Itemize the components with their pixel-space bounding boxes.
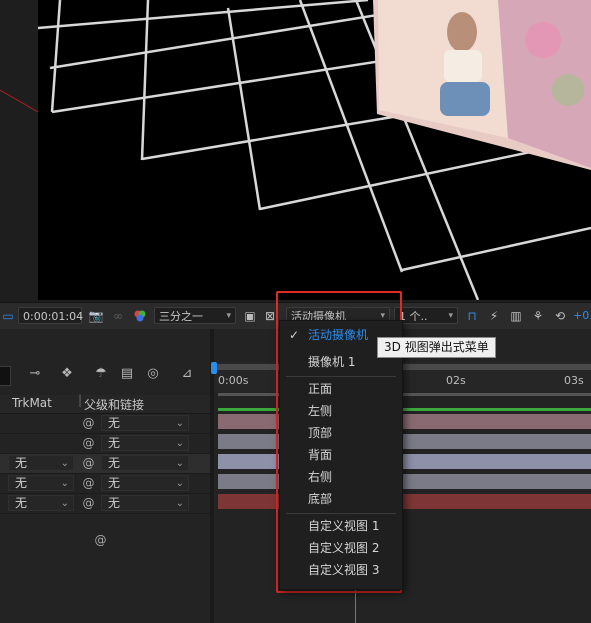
region-of-interest-icon[interactable]: ▭ <box>0 308 16 324</box>
reset-exposure-icon[interactable]: ⟲ <box>552 308 568 324</box>
layer-column-header: TrkMat | 父级和链接 <box>0 393 210 414</box>
exposure-value[interactable]: +0.0 <box>573 309 591 322</box>
chevron-down-icon: ▾ <box>448 311 453 321</box>
layer-row[interactable]: 无 ⌄ @ 无 ⌄ <box>0 474 210 494</box>
color-channels-icon[interactable] <box>132 308 148 324</box>
layer-row[interactable]: @ 无 ⌄ <box>0 414 210 434</box>
menu-item-custom-view-1[interactable]: 自定义视图 1 <box>280 516 402 536</box>
view-layout-dropdown[interactable]: 1 个.. ▾ <box>394 307 458 324</box>
fast-previews-icon[interactable]: ⚡ <box>486 308 502 324</box>
parent-pickwhip-icon[interactable]: @ <box>81 476 96 491</box>
trkmat-column-label: TrkMat <box>12 396 52 410</box>
menu-item-right[interactable]: 右侧 <box>280 467 402 487</box>
chevron-down-icon: ⌄ <box>60 458 69 469</box>
motion-blur-icon[interactable]: ◎ <box>144 366 162 382</box>
show-snapshot-icon[interactable]: ∞ <box>110 308 126 324</box>
parent-pickwhip-icon[interactable]: @ <box>81 456 96 471</box>
layer-row[interactable]: @ 无 ⌄ <box>0 434 210 454</box>
graph-editor-icon[interactable]: ⊿ <box>178 366 196 382</box>
menu-item-custom-view-3[interactable]: 自定义视图 3 <box>280 560 402 580</box>
chevron-down-icon: ⌄ <box>60 478 69 489</box>
chevron-down-icon: ⌄ <box>175 418 184 429</box>
ruler-label-3: 03s <box>564 374 584 387</box>
snapshot-icon[interactable]: 📷 <box>88 308 104 324</box>
menu-item-bottom[interactable]: 底部 <box>280 489 402 509</box>
chevron-down-icon: ⌄ <box>175 458 184 469</box>
resolution-value: 三分之一 <box>159 310 203 323</box>
hide-shy-layers-icon[interactable]: ☂ <box>92 366 110 382</box>
trkmat-dropdown[interactable]: 无 ⌄ <box>8 455 74 471</box>
3d-view-popup-menu: ✓ 活动摄像机 摄像机 1 正面 左侧 顶部 背面 右侧 底部 自定义视图 1 … <box>279 320 403 590</box>
trkmat-value: 无 <box>15 456 28 470</box>
trkmat-value: 无 <box>15 496 28 510</box>
composition-canvas[interactable] <box>38 0 591 300</box>
view-layout-value: 1 个.. <box>399 310 428 323</box>
frame-blending-icon[interactable]: ▤ <box>118 366 136 382</box>
composition-bar <box>218 393 591 396</box>
trkmat-dropdown[interactable]: 无 ⌄ <box>8 475 74 491</box>
layer-bar[interactable] <box>218 414 591 429</box>
layer-bar[interactable] <box>218 434 591 449</box>
menu-item-left[interactable]: 左侧 <box>280 401 402 421</box>
current-time-indicator[interactable] <box>211 362 217 374</box>
chevron-down-icon: ▾ <box>226 311 231 321</box>
parent-pickwhip-icon[interactable]: @ <box>81 436 96 451</box>
ruler-label-2: 02s <box>446 374 466 387</box>
current-time-field[interactable]: 0:00:01:04 <box>18 307 83 324</box>
resolution-dropdown[interactable]: 三分之一 ▾ <box>154 307 236 324</box>
tooltip: 3D 视图弹出式菜单 <box>377 337 496 358</box>
parent-dropdown[interactable]: 无 ⌄ <box>101 495 189 511</box>
layer-row[interactable]: 无 ⌄ @ 无 ⌄ <box>0 454 210 474</box>
parent-pickwhip-icon[interactable]: @ <box>81 496 96 511</box>
parent-value: 无 <box>108 476 121 490</box>
menu-item-top[interactable]: 顶部 <box>280 423 402 443</box>
flowchart-icon[interactable]: ⚘ <box>530 308 546 324</box>
menu-separator <box>286 513 396 514</box>
parent-pickwhip-icon[interactable]: @ <box>93 533 108 548</box>
layer-bar[interactable] <box>218 474 591 489</box>
parent-column-label: 父级和链接 <box>84 398 145 412</box>
menu-item-label: 活动摄像机 <box>308 328 369 342</box>
menu-item-front[interactable]: 正面 <box>280 379 402 399</box>
trkmat-value: 无 <box>15 476 28 490</box>
3d-glasses-icon[interactable]: ⊓ <box>464 308 480 324</box>
layer-bar[interactable] <box>218 494 591 509</box>
photo-layer <box>373 0 591 170</box>
parent-value: 无 <box>108 496 121 510</box>
parent-value: 无 <box>108 416 121 430</box>
3d-floor-grid <box>38 0 591 300</box>
trkmat-dropdown[interactable]: 无 ⌄ <box>8 495 74 511</box>
parent-dropdown[interactable]: 无 ⌄ <box>101 435 189 451</box>
column-divider: | <box>78 393 83 407</box>
parent-dropdown[interactable]: 无 ⌄ <box>101 415 189 431</box>
menu-item-back[interactable]: 背面 <box>280 445 402 465</box>
draft-3d-icon[interactable]: ❖ <box>58 366 76 382</box>
checkmark-icon: ✓ <box>289 328 300 342</box>
timeline-switch-icons: ⊸ ❖ ☂ ▤ ◎ ⊿ <box>0 359 210 389</box>
chevron-down-icon: ⌄ <box>175 478 184 489</box>
composition-viewer[interactable] <box>0 0 591 302</box>
parent-value: 无 <box>108 456 121 470</box>
parent-value: 无 <box>108 436 121 450</box>
layer-row[interactable]: 无 ⌄ @ 无 ⌄ <box>0 494 210 514</box>
parent-dropdown[interactable]: 无 ⌄ <box>101 455 189 471</box>
axis-line <box>0 89 39 113</box>
fast-previews-icon[interactable]: ▣ <box>242 308 258 324</box>
timeline-icon[interactable]: ▥ <box>508 308 524 324</box>
work-area-green <box>218 408 591 411</box>
chevron-down-icon: ⌄ <box>175 498 184 509</box>
parent-pickwhip-icon[interactable]: @ <box>81 416 96 431</box>
chevron-down-icon: ⌄ <box>60 498 69 509</box>
menu-item-custom-view-2[interactable]: 自定义视图 2 <box>280 538 402 558</box>
composition-mini-flowchart-icon[interactable]: ⊸ <box>26 366 44 382</box>
parent-dropdown[interactable]: 无 ⌄ <box>101 475 189 491</box>
chevron-down-icon: ⌄ <box>175 438 184 449</box>
layer-bar[interactable] <box>218 454 591 469</box>
menu-separator <box>286 376 396 377</box>
ruler-label-0: 0:00s <box>218 374 249 387</box>
